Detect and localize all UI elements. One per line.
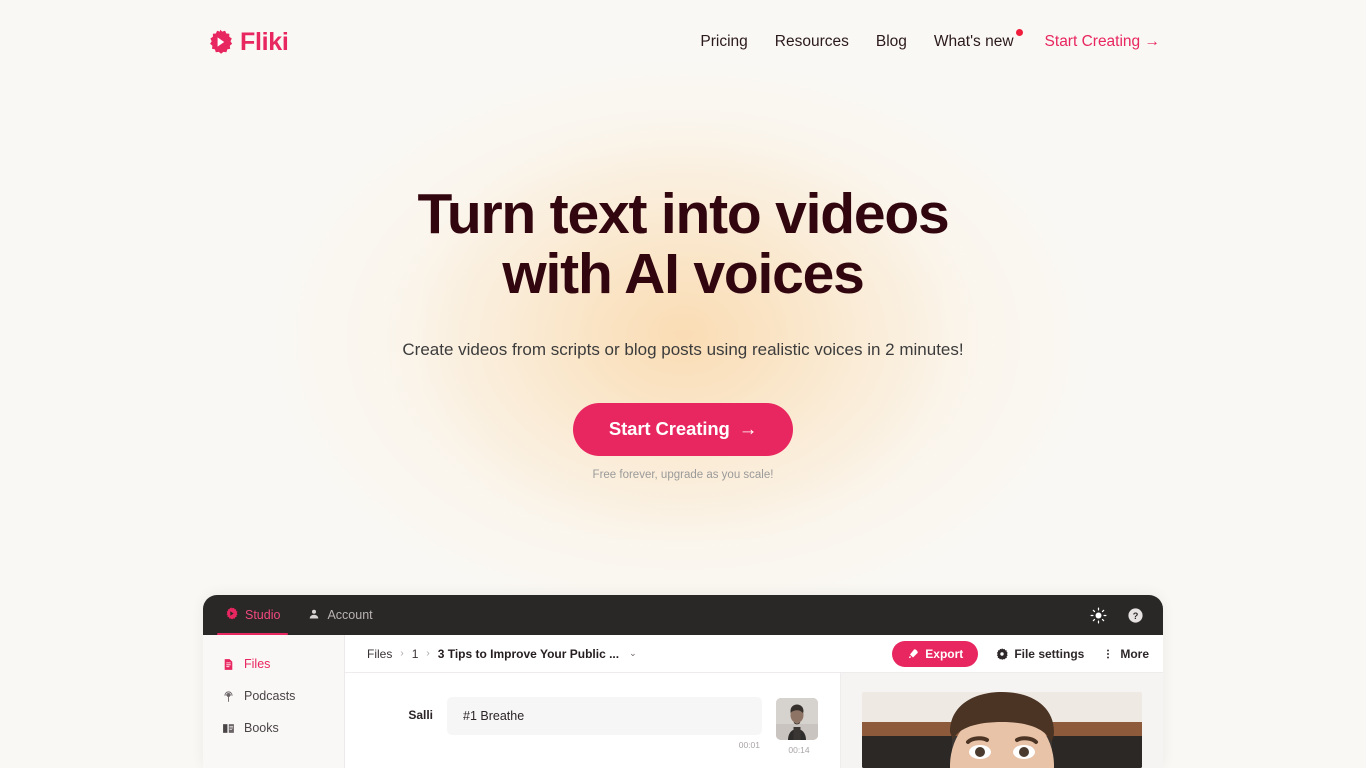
editor-area: Salli #1 Breathe 00:01 00:14: [345, 673, 1163, 768]
person-icon: [308, 608, 320, 623]
breadcrumb-item-files[interactable]: Files: [367, 647, 392, 661]
podcast-mic-icon: [222, 690, 235, 703]
start-creating-button-label: Start Creating: [608, 417, 730, 439]
tab-studio[interactable]: Studio: [211, 595, 294, 635]
more-button-label: More: [1120, 646, 1149, 661]
file-settings-button[interactable]: File settings: [996, 647, 1084, 661]
app-body: Files Podcasts Books Files › 1 › 3 Tips …: [203, 635, 1163, 768]
tab-account[interactable]: Account: [294, 595, 386, 635]
export-button[interactable]: Export: [892, 640, 979, 667]
sidebar-item-files-label: Files: [244, 657, 271, 671]
script-timestamp: 00:01: [738, 740, 760, 750]
arrow-right-icon: →: [738, 417, 758, 439]
hero-subheading: Create videos from scripts or blog posts…: [402, 339, 964, 359]
book-icon: [222, 722, 235, 735]
script-editor: Salli #1 Breathe 00:01 00:14: [345, 673, 841, 768]
sidebar-item-books[interactable]: Books: [203, 712, 344, 744]
app-preview-window: Studio Account ? Files Podcasts Books Fi…: [203, 595, 1163, 768]
tab-studio-label: Studio: [245, 608, 281, 622]
nav-item-resources[interactable]: Resources: [775, 33, 849, 51]
brand-name: Fliki: [240, 27, 289, 56]
cta-note: Free forever, upgrade as you scale!: [592, 468, 774, 481]
sidebar-item-podcasts[interactable]: Podcasts: [203, 680, 344, 712]
nav-start-creating-link[interactable]: Start Creating →: [1045, 33, 1160, 51]
script-text-input[interactable]: #1 Breathe: [447, 697, 762, 735]
fliki-burst-icon: [225, 607, 238, 623]
brand-logo[interactable]: Fliki: [207, 29, 289, 55]
help-circle-icon[interactable]: ?: [1127, 607, 1144, 624]
app-topbar-actions: ?: [1090, 595, 1163, 635]
app-topbar: Studio Account ?: [203, 595, 1163, 635]
sidebar-item-files[interactable]: Files: [203, 648, 344, 680]
nav-item-blog[interactable]: Blog: [876, 33, 907, 51]
start-creating-button[interactable]: Start Creating →: [572, 402, 794, 456]
breadcrumb-separator-icon: ›: [426, 648, 430, 659]
rocket-icon: [907, 648, 919, 660]
hero-cta-wrapper: Start Creating → Free forever, upgrade a…: [0, 402, 1366, 481]
svg-text:?: ?: [1133, 610, 1139, 620]
chevron-down-icon[interactable]: ⌄: [629, 648, 637, 659]
arrow-right-icon: →: [1144, 33, 1161, 50]
fliki-play-burst-icon: [207, 29, 233, 55]
gear-icon: [996, 647, 1008, 660]
export-button-label: Export: [925, 646, 964, 661]
nav-item-pricing[interactable]: Pricing: [700, 33, 747, 51]
nav-item-whats-new[interactable]: What's new: [934, 29, 1023, 51]
breadcrumb-item-folder[interactable]: 1: [412, 647, 419, 661]
voice-name-label: Salli: [408, 708, 433, 722]
brightness-sun-icon[interactable]: [1090, 607, 1107, 624]
file-icon: [222, 658, 235, 671]
app-toolbar-actions: Export File settings More: [892, 640, 1149, 667]
video-preview[interactable]: [862, 692, 1142, 768]
file-settings-button-label: File settings: [1014, 646, 1085, 661]
main-navigation: Pricing Resources Blog What's new Start …: [700, 29, 1160, 51]
script-row: #1 Breathe 00:01: [447, 697, 762, 750]
landing-page: Fliki Pricing Resources Blog What's new …: [0, 0, 1366, 768]
breadcrumb-item-current-file[interactable]: 3 Tips to Improve Your Public ...: [438, 647, 619, 661]
vertical-dots-icon: [1102, 648, 1114, 660]
video-preview-pane: [841, 673, 1163, 768]
scene-thumbnail-block: 00:14: [776, 697, 822, 755]
scene-thumbnail[interactable]: [776, 698, 818, 740]
sidebar-item-podcasts-label: Podcasts: [244, 689, 296, 703]
page-title: Turn text into videos with AI voices: [0, 184, 1366, 305]
scene-timestamp: 00:14: [788, 745, 810, 755]
breadcrumb-separator-icon: ›: [400, 648, 404, 659]
app-main: Files › 1 › 3 Tips to Improve Your Publi…: [345, 635, 1163, 768]
hero-heading-line-2: with AI voices: [502, 242, 864, 307]
app-toolbar: Files › 1 › 3 Tips to Improve Your Publi…: [345, 635, 1163, 673]
tab-account-label: Account: [327, 608, 373, 622]
nav-cta-label: Start Creating: [1044, 33, 1141, 50]
hero-section: Turn text into videos with AI voices Cre…: [0, 84, 1366, 481]
breadcrumb: Files › 1 › 3 Tips to Improve Your Publi…: [367, 647, 637, 661]
hero-heading-line-1: Turn text into videos: [417, 182, 949, 246]
sidebar-item-books-label: Books: [244, 721, 279, 735]
site-header: Fliki Pricing Resources Blog What's new …: [0, 0, 1366, 84]
more-button[interactable]: More: [1102, 647, 1149, 661]
app-sidebar: Files Podcasts Books: [203, 635, 345, 768]
